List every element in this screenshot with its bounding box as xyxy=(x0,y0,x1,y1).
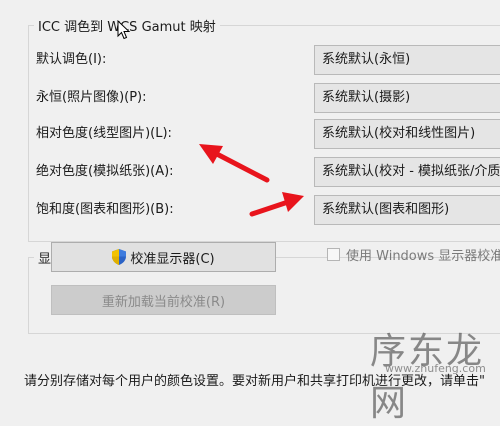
default-rendering-dropdown[interactable]: 系统默认(永恒) xyxy=(314,45,500,75)
red-arrow-right-icon xyxy=(249,192,304,217)
calibrate-display-button-label: 校准显示器(C) xyxy=(130,251,215,267)
saturation-dropdown[interactable]: 系统默认(图表和图形) xyxy=(314,195,500,225)
saturation-label: 饱和度(图表和图形)(B): xyxy=(36,202,174,217)
relative-colorimetric-dropdown[interactable]: 系统默认(校对和线性图片) xyxy=(314,119,500,149)
relative-colorimetric-label: 相对色度(线型图片)(L): xyxy=(36,126,172,141)
use-windows-calibration-label: 使用 Windows 显示器校准 xyxy=(346,249,500,264)
absolute-colorimetric-dropdown[interactable]: 系统默认(校对 - 模拟纸张/介质) xyxy=(314,157,500,187)
mouse-cursor-icon xyxy=(117,20,131,40)
perceptual-dropdown[interactable]: 系统默认(摄影) xyxy=(314,83,500,113)
reload-calibration-button[interactable]: 重新加载当前校准(R) xyxy=(51,285,276,315)
use-windows-calibration-checkbox[interactable] xyxy=(327,248,340,261)
default-rendering-label: 默认调色(I): xyxy=(36,52,107,67)
watermark-url: www.zhufeng.com xyxy=(385,362,486,375)
absolute-colorimetric-label: 绝对色度(模拟纸张)(A): xyxy=(36,164,174,179)
color-management-advanced-panel: ICC 调色到 WCS Gamut 映射 默认调色(I): 系统默认(永恒) 永… xyxy=(0,0,500,424)
perceptual-label: 永恒(照片图像)(P): xyxy=(36,90,147,105)
shield-icon xyxy=(112,249,127,265)
red-arrow-left-icon xyxy=(199,144,270,183)
calibrate-display-button[interactable]: 校准显示器(C) xyxy=(51,242,276,272)
use-windows-calibration-row[interactable]: 使用 Windows 显示器校准 xyxy=(327,245,500,264)
